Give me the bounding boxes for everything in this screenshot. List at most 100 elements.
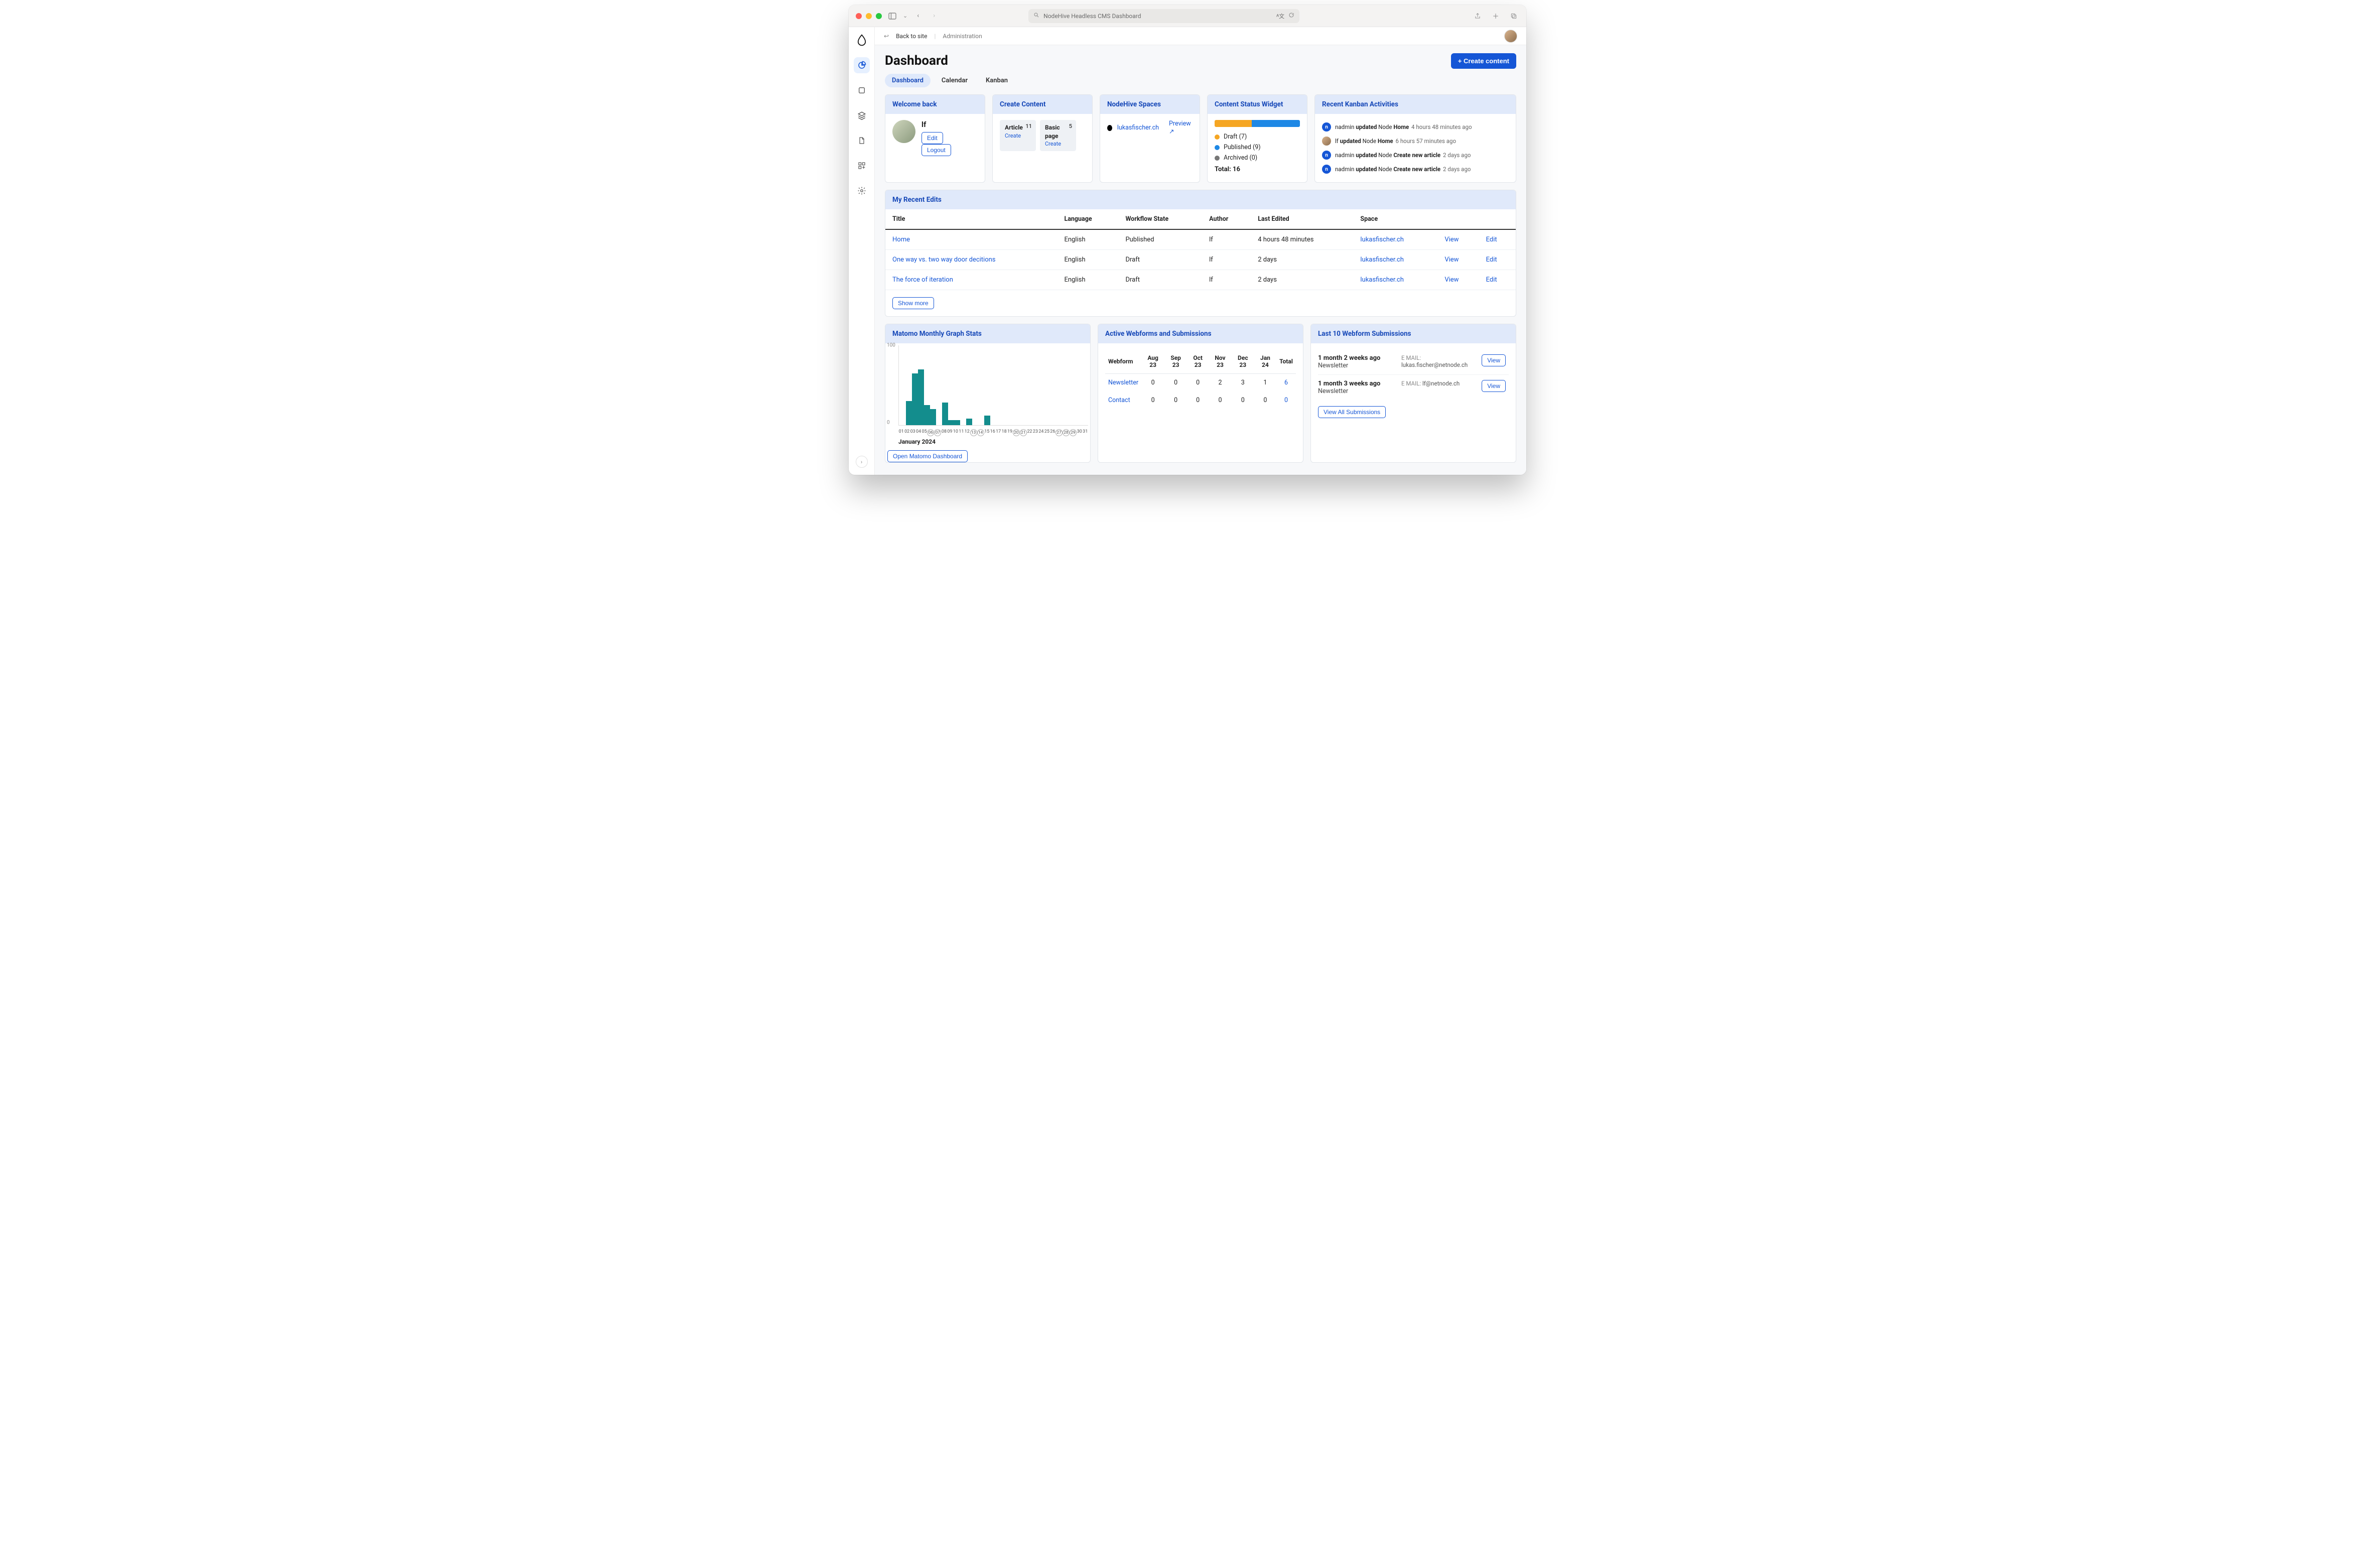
recent-edits-card: My Recent Edits Title Language Workflow …	[885, 190, 1516, 317]
rail-settings[interactable]	[854, 183, 870, 199]
x-tick: 01	[898, 429, 904, 436]
logout-button[interactable]: Logout	[921, 144, 951, 156]
create-article-tile: Article 11 Create	[1000, 120, 1036, 151]
rail-expand-button[interactable]: ›	[856, 456, 868, 468]
titlebar-right: ＋	[1472, 11, 1519, 22]
create-basicpage-tile: Basic 5 page Create	[1040, 120, 1076, 151]
tabs-overview-icon[interactable]	[1508, 11, 1519, 22]
kanban-activity-row[interactable]: nnadmin updated Node Home 4 hours 48 min…	[1322, 120, 1509, 134]
activity-avatar-icon	[1322, 137, 1331, 146]
spaces-card: NodeHive Spaces lukasfischer.ch Preview …	[1100, 94, 1200, 183]
activity-avatar-icon: n	[1322, 151, 1331, 160]
rail-content[interactable]	[854, 82, 870, 98]
app-logo-icon[interactable]	[857, 34, 867, 48]
edit-space-link[interactable]: lukasfischer.ch	[1360, 256, 1404, 264]
recent-edits-title: My Recent Edits	[885, 190, 1516, 209]
create-article-link[interactable]: Create	[1005, 133, 1031, 139]
row-view-link[interactable]: View	[1444, 276, 1459, 284]
welcome-title: Welcome back	[885, 95, 985, 114]
webform-total-link[interactable]: 6	[1284, 379, 1288, 386]
edit-title-link[interactable]: The force of iteration	[892, 276, 953, 284]
window-close-icon[interactable]	[856, 13, 862, 19]
welcome-username: lf	[921, 120, 978, 129]
traffic-lights	[856, 13, 882, 19]
user-avatar[interactable]	[1504, 30, 1517, 43]
table-row: Newsletter0002316	[1105, 374, 1296, 392]
row-edit-link[interactable]: Edit	[1486, 276, 1497, 284]
nav-back-button[interactable]: ‹	[912, 11, 923, 22]
row-view-link[interactable]: View	[1444, 236, 1459, 243]
create-basicpage-link[interactable]: Create	[1045, 141, 1071, 147]
back-to-site-link[interactable]: Back to site	[896, 33, 927, 40]
submission-view-button[interactable]: View	[1482, 380, 1506, 392]
chart-bar	[906, 401, 912, 425]
rail-apps[interactable]	[854, 158, 870, 174]
window-minimize-icon[interactable]	[866, 13, 872, 19]
rail-layers[interactable]	[854, 107, 870, 123]
profile-edit-button[interactable]: Edit	[921, 132, 943, 144]
back-arrow-icon[interactable]: ↩	[884, 33, 889, 40]
webform-total-link[interactable]: 0	[1284, 397, 1288, 404]
edit-title-link[interactable]: One way vs. two way door decitions	[892, 256, 996, 264]
kanban-activity-row[interactable]: nnadmin updated Node Create new article …	[1322, 148, 1509, 162]
chart-xaxis: 0102030405060708091011121314151617181920…	[898, 428, 1088, 436]
chevron-down-icon[interactable]: ⌄	[903, 13, 907, 19]
tile-count: 11	[1025, 123, 1032, 129]
reload-icon[interactable]	[1288, 12, 1294, 20]
page-header: Dashboard + Create content	[875, 45, 1526, 69]
status-bar-published	[1252, 120, 1300, 127]
edit-title-link[interactable]: Home	[892, 236, 910, 243]
x-tick: 13	[970, 429, 977, 436]
webform-name-link[interactable]: Contact	[1108, 397, 1130, 404]
wf-col: Sep 23	[1164, 349, 1187, 374]
administration-link[interactable]: Administration	[943, 33, 982, 40]
legend-published: Published (9)	[1215, 144, 1300, 151]
row-edit-link[interactable]: Edit	[1486, 236, 1497, 243]
x-tick: 03	[910, 429, 915, 436]
x-tick: 22	[1027, 429, 1032, 436]
tab-calendar[interactable]: Calendar	[935, 74, 975, 87]
welcome-avatar	[892, 120, 915, 143]
space-preview-link[interactable]: Preview ↗	[1169, 120, 1193, 136]
space-name-link[interactable]: lukasfischer.ch	[1117, 124, 1159, 132]
x-tick: 10	[953, 429, 958, 436]
spaces-title: NodeHive Spaces	[1100, 95, 1200, 114]
view-all-submissions-button[interactable]: View All Submissions	[1318, 406, 1386, 418]
create-content-button[interactable]: + Create content	[1451, 53, 1516, 69]
show-more-button[interactable]: Show more	[892, 297, 934, 309]
table-row: The force of iterationEnglishDraftlf2 da…	[885, 270, 1516, 290]
nav-forward-button[interactable]: ›	[929, 11, 940, 22]
page-title: Dashboard	[885, 53, 948, 68]
tab-dashboard[interactable]: Dashboard	[885, 74, 931, 87]
row-edit-link[interactable]: Edit	[1486, 256, 1497, 264]
submissions-title: Last 10 Webform Submissions	[1311, 324, 1516, 343]
submission-email-label: E MAIL:	[1401, 354, 1421, 361]
wf-col: Nov 23	[1209, 349, 1232, 374]
chart-bar	[918, 369, 924, 425]
webform-name-link[interactable]: Newsletter	[1108, 379, 1138, 386]
edit-space-link[interactable]: lukasfischer.ch	[1360, 276, 1404, 284]
app-shell: › ↩ Back to site | Administration Dashbo…	[849, 27, 1526, 475]
open-matomo-button[interactable]: Open Matomo Dashboard	[887, 450, 968, 462]
x-tick: 29	[1070, 429, 1077, 436]
table-row: HomeEnglishPublishedlf4 hours 48 minutes…	[885, 229, 1516, 250]
tile-sublabel: page	[1045, 133, 1071, 140]
col-author: Author	[1202, 209, 1251, 229]
rail-files[interactable]	[854, 133, 870, 149]
submission-row: 1 month 3 weeks agoNewsletterE MAIL: lf@…	[1318, 374, 1509, 400]
edit-space-link[interactable]: lukasfischer.ch	[1360, 236, 1404, 243]
share-icon[interactable]	[1472, 11, 1483, 22]
kanban-activity-row[interactable]: lf updated Node Home 6 hours 57 minutes …	[1322, 134, 1509, 148]
new-tab-icon[interactable]: ＋	[1490, 11, 1501, 22]
translate-icon[interactable]: ᴬ文	[1276, 12, 1284, 20]
col-last-edited: Last Edited	[1251, 209, 1353, 229]
tab-kanban[interactable]: Kanban	[979, 74, 1015, 87]
submission-view-button[interactable]: View	[1482, 354, 1506, 366]
sidebar-toggle-icon[interactable]	[887, 11, 898, 22]
row-view-link[interactable]: View	[1444, 256, 1459, 264]
kanban-activity-row[interactable]: nnadmin updated Node Create new article …	[1322, 162, 1509, 176]
rail-dashboard[interactable]	[854, 57, 870, 73]
create-content-card: Create Content Article 11 Create Basic 5…	[992, 94, 1093, 183]
address-bar[interactable]: NodeHive Headless CMS Dashboard ᴬ文	[1028, 9, 1299, 23]
window-zoom-icon[interactable]	[876, 13, 882, 19]
